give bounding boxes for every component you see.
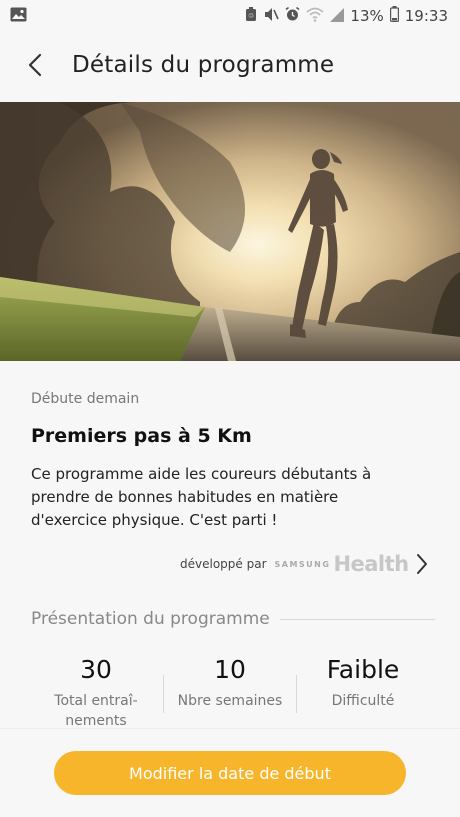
- hero-image: [0, 102, 460, 361]
- program-description: Ce programme aide les coureurs débutants…: [31, 465, 372, 529]
- signal-icon: [330, 7, 345, 25]
- health-brand-text: Health: [333, 552, 409, 576]
- status-bar: ♲ 13% 19:33: [0, 0, 460, 32]
- battery-percent: 13%: [350, 6, 384, 25]
- svg-text:♲: ♲: [248, 12, 254, 20]
- battery-icon: [389, 6, 399, 25]
- stat-label: Total entraî- nements: [54, 693, 138, 729]
- chevron-right-icon: [416, 553, 428, 579]
- mute-icon: [263, 7, 280, 25]
- section-divider: [279, 618, 435, 620]
- overview-section-title: Présentation du programme: [31, 609, 270, 629]
- program-title: Premiers pas à 5 Km: [31, 425, 252, 447]
- stat-weeks: 10 Nbre semaines: [160, 651, 300, 711]
- stat-total-workouts: 30 Total entraî- nements: [26, 651, 166, 731]
- stat-value: Faible: [326, 655, 400, 684]
- program-stats: 30 Total entraî- nements 10 Nbre semaine…: [0, 651, 460, 731]
- wifi-icon: [306, 7, 325, 25]
- back-arrow-icon: [28, 53, 42, 81]
- change-start-date-button[interactable]: Modifier la date de début: [54, 751, 406, 795]
- alarm-icon: [285, 6, 300, 25]
- stat-label: Difficulté: [331, 693, 395, 709]
- developer-link[interactable]: développé par SAMSUNG Health: [180, 549, 440, 579]
- stat-label: Nbre semaines: [177, 693, 283, 709]
- stat-difficulty: Faible Difficulté: [293, 651, 433, 711]
- back-button[interactable]: [20, 50, 50, 84]
- app-header: Détails du programme: [0, 32, 460, 102]
- stat-value: 10: [214, 655, 246, 684]
- bottom-action-bar: Modifier la date de début: [0, 729, 460, 817]
- samsung-brand-text: SAMSUNG: [274, 559, 331, 569]
- battery-saver-icon: ♲: [245, 6, 257, 25]
- overview-section-header: Présentation du programme: [31, 607, 435, 631]
- start-label: Débute demain: [31, 391, 140, 407]
- developed-by-label: développé par: [180, 557, 267, 571]
- page-title: Détails du programme: [72, 52, 335, 78]
- stat-value: 30: [80, 655, 112, 684]
- clock-time: 19:33: [404, 6, 448, 25]
- image-icon: [10, 7, 27, 26]
